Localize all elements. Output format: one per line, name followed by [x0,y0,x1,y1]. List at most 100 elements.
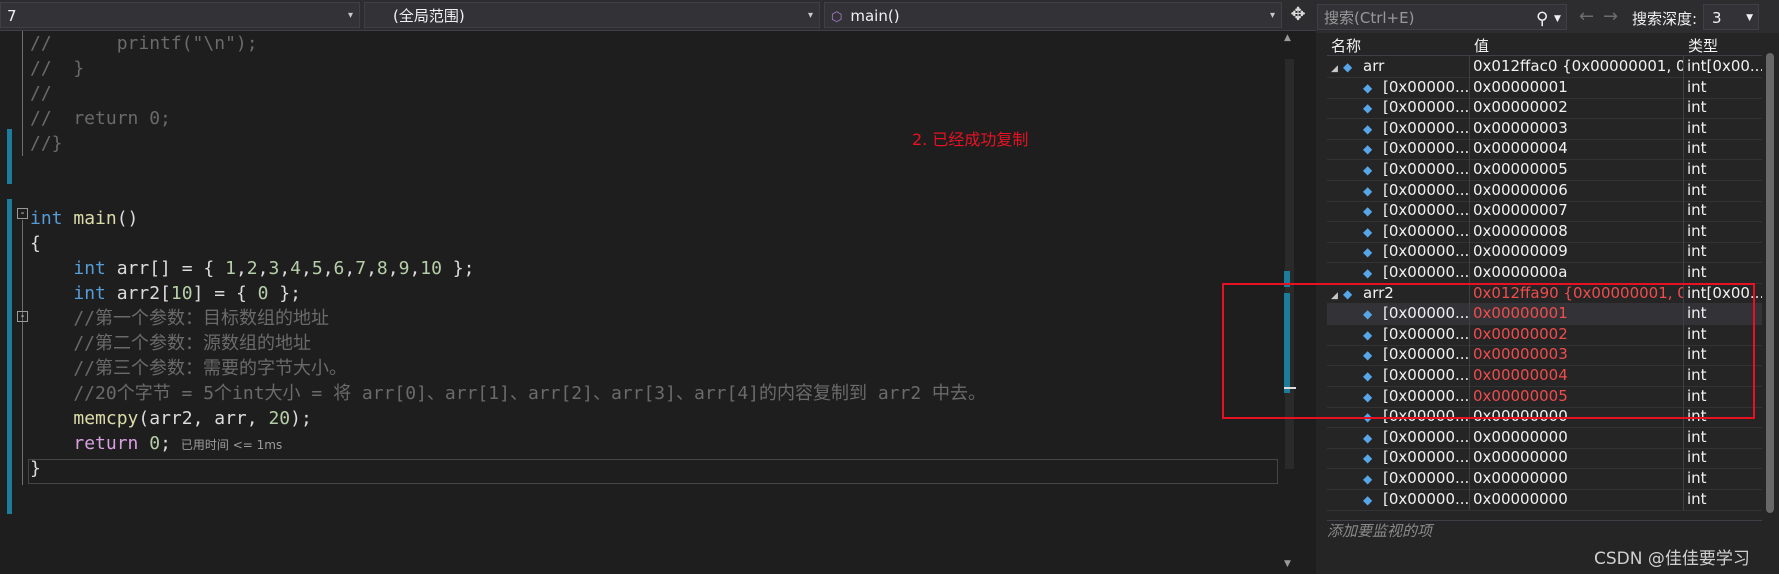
method-cube-icon: ⬡ [831,10,843,25]
watch-name-cell: ◆ [0x00000... [1327,262,1469,283]
watch-value-cell[interactable]: 0x00000001 [1469,76,1683,98]
watch-element-row[interactable]: ◆ [0x00000... 0x00000000 int [1327,468,1762,490]
project-dropdown[interactable]: 7 ▾ [0,2,360,28]
watch-value-cell[interactable]: 0x00000006 [1469,179,1683,201]
watch-name-cell: ◆ [0x00000... [1327,77,1469,98]
code-line-memcpy: memcpy(arr2, arr, 20); [73,408,312,429]
watch-name-text: [0x00000... [1383,160,1469,178]
variable-icon: ◆ [1363,80,1373,95]
scrollbar-thumb[interactable] [1766,53,1774,513]
watch-type-cell: int [1683,468,1762,489]
watch-value-cell[interactable]: 0x012ffac0 {0x00000001, 0x00... [1469,56,1683,77]
watch-type-cell: int [1683,447,1762,469]
watch-value-cell[interactable]: 0x00000009 [1469,241,1683,263]
watch-element-row[interactable]: ◆ [0x00000... 0x00000001 int [1327,76,1762,99]
variable-icon: ◆ [1343,60,1353,74]
watch-element-row[interactable]: ◆ [0x00000... 0x00000005 int [1327,159,1762,181]
elapsed-time-hint: 已用时间 <= 1ms [180,438,283,452]
navigation-bar: 7 ▾ (全局范围) ▾ ⬡ main() ▾ ✥ [0,0,1316,31]
variable-icon: ◆ [1363,183,1373,198]
search-depth-dropdown[interactable]: 3 ▼ [1703,4,1759,30]
watch-element-row[interactable]: ◆ [0x00000... 0x00000000 int [1327,488,1762,511]
watch-value-cell[interactable]: 0x00000007 [1469,200,1683,222]
watch-element-row[interactable]: ◆ [0x00000... 0x00000008 int [1327,220,1762,243]
watch-type-cell: int [1683,97,1762,119]
variable-icon: ◆ [1363,245,1373,260]
column-header-type[interactable]: 类型 [1688,35,1718,56]
code-line-arr-decl: int arr[] = { 1,2,3,4,5,6,7,8,9,10 }; [73,258,475,279]
watch-variable-row[interactable]: ◢◆ arr 0x012ffac0 {0x00000001, 0x00...int[… [1327,56,1762,78]
watch-type-cell: int [1683,488,1762,510]
watch-value-cell[interactable]: 0x00000000 [1469,488,1683,510]
chevron-down-icon: ▾ [347,10,353,21]
watch-value-cell[interactable]: 0x00000005 [1469,159,1683,180]
watch-element-row[interactable]: ◆ [0x00000... 0x0000000a int [1327,262,1762,284]
watch-name-text: [0x00000... [1383,118,1469,137]
watch-name-cell: ◆ [0x00000... [1327,200,1469,221]
watch-scrollbar[interactable] [1762,33,1779,543]
watch-value-cell[interactable]: 0x00000008 [1469,220,1683,242]
watch-value-cell[interactable]: 0x00000000 [1469,468,1683,489]
scroll-up-icon[interactable]: ▲ [1284,33,1291,43]
add-watch-item[interactable]: 添加要监视的项 [1327,520,1762,542]
watch-element-row[interactable]: ◆ [0x00000... 0x00000002 int [1327,97,1762,120]
watch-name-text: [0x00000... [1383,242,1469,261]
watch-name-text: [0x00000... [1383,139,1469,158]
watch-name-cell: ◆ [0x00000... [1327,180,1469,201]
variable-icon: ◆ [1363,142,1373,157]
variable-icon: ◆ [1363,451,1373,466]
watch-type-cell: int [1683,220,1762,242]
current-line-highlight [28,459,1278,484]
scroll-down-icon[interactable]: ▼ [1284,559,1291,569]
collapse-icon[interactable]: - [17,310,28,322]
function-dropdown[interactable]: ⬡ main() ▾ [824,2,1282,28]
collapse-triangle-icon[interactable]: ◢ [1331,59,1343,77]
watch-value-cell[interactable]: 0x00000003 [1469,117,1683,139]
watch-element-row[interactable]: ◆ [0x00000... 0x00000000 int [1327,447,1762,470]
watch-element-row[interactable]: ◆ [0x00000... 0x00000000 int [1327,426,1762,449]
watch-name-cell: ◆ [0x00000... [1327,138,1469,159]
watch-type-cell: int[0x00... [1683,56,1762,77]
chevron-down-icon: ▾ [1269,10,1275,21]
watch-element-row[interactable]: ◆ [0x00000... 0x00000009 int [1327,241,1762,264]
watch-value-cell[interactable]: 0x00000002 [1469,97,1683,119]
watch-name-cell: ◢ ◆ arr [1327,56,1469,77]
watch-type-cell: int [1683,262,1762,283]
arrow-right-icon[interactable]: → [1603,6,1618,27]
variable-icon: ◆ [1363,121,1373,136]
watch-name-text: [0x00000... [1383,77,1469,96]
arrow-left-icon[interactable]: ← [1579,6,1594,27]
watch-element-row[interactable]: ◆ [0x00000... 0x00000007 int [1327,200,1762,223]
watch-element-row[interactable]: ◆ [0x00000... 0x00000004 int [1327,138,1762,161]
search-icon[interactable]: ⚲ [1536,6,1548,32]
watch-value-cell[interactable]: 0x0000000a [1469,262,1683,283]
collapse-icon[interactable]: - [17,207,28,219]
code-line-4: // return 0; [30,108,171,129]
watch-element-row[interactable]: ◆ [0x00000... 0x00000006 int [1327,179,1762,202]
watch-value-cell[interactable]: 0x00000000 [1469,426,1683,448]
search-placeholder: 搜索(Ctrl+E) [1324,9,1415,27]
variable-icon: ◆ [1363,430,1373,445]
variable-icon: ◆ [1363,163,1373,177]
scope-dropdown[interactable]: (全局范围) ▾ [364,2,820,28]
watch-name-cell: ◆ [0x00000... [1327,118,1469,139]
column-header-name[interactable]: 名称 [1331,35,1361,56]
watch-name-cell: ◆ [0x00000... [1327,447,1469,468]
column-header-value[interactable]: 值 [1474,35,1489,56]
code-editor[interactable]: - - // printf("\n"); // } // // return 0… [0,31,1298,574]
chevron-down-icon: ▾ [807,10,813,21]
watch-value-cell[interactable]: 0x00000000 [1469,447,1683,469]
success-annotation: 2. 已经成功复制 [912,130,1029,149]
split-window-icon[interactable]: ✥ [1285,3,1311,27]
chevron-down-icon[interactable]: ▼ [1554,6,1561,32]
csdn-watermark: CSDN @佳佳要学习 [1594,549,1750,569]
watch-name-cell: ◆ [0x00000... [1327,468,1469,489]
watch-element-row[interactable]: ◆ [0x00000... 0x00000003 int [1327,117,1762,140]
variable-icon: ◆ [1363,204,1373,219]
code-line-2: // } [30,58,85,79]
code-comment-param1: //第一个参数：目标数组的地址 [30,308,330,329]
watch-type-cell: int [1683,179,1762,201]
watch-value-cell[interactable]: 0x00000004 [1469,138,1683,160]
code-comment-bytes: //20个字节 = 5个int大小 = 将 arr[0]、arr[1]、arr[… [30,383,987,404]
watch-search-input[interactable]: 搜索(Ctrl+E) ⚲ ▼ [1317,4,1567,30]
